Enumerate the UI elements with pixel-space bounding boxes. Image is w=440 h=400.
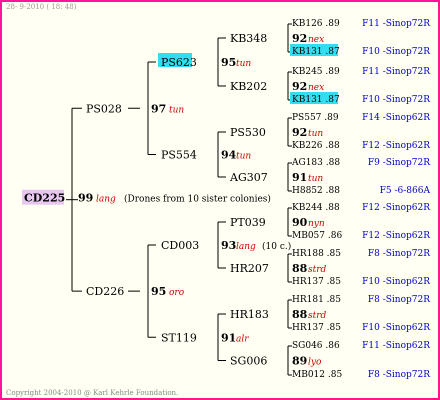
gen4-origin: F11 -Sinop72R [362, 19, 430, 29]
root-score: 99 [78, 192, 93, 205]
gen3-name: HR183 [230, 308, 269, 321]
gen2-score: 93 [221, 239, 236, 252]
gen4-origin: F12 -Sinop62R [362, 141, 430, 151]
gen3-score: 88 [292, 262, 308, 275]
gen4-code: AG183 .88 [291, 158, 340, 168]
gen3-name: KB202 [230, 80, 267, 93]
gen3-tag: nex [308, 83, 324, 93]
gen2-tag: tun [236, 59, 251, 69]
gen1-tag: tun [169, 105, 184, 115]
gen4-code: HR137 .85 [292, 323, 341, 333]
gen2-tag: lang [236, 242, 256, 252]
gen3-tag: tun [308, 174, 323, 184]
gen4-code: HR188 .85 [292, 249, 341, 259]
gen4-origin: F10 -Sinop62R [362, 323, 430, 333]
gen3-tag: lyo [308, 358, 322, 368]
gen4-code: HR181 .85 [292, 295, 341, 305]
gen3-score: 92 [292, 126, 307, 139]
gen3-name: KB348 [230, 32, 267, 45]
gen3-name: PT039 [230, 216, 266, 229]
gen3-score: 89 [292, 355, 307, 368]
gen4-origin: F14 -Sinop62R [362, 113, 430, 123]
gen4-origin: F10 -Sinop72R [362, 95, 430, 105]
gen2-name: ST119 [161, 331, 197, 344]
gen3-tag: strd [308, 311, 327, 321]
gen4-code: KB131 .87 [292, 95, 340, 105]
gen3-name: SG006 [230, 355, 267, 368]
gen2-name: PS554 [161, 149, 197, 162]
pedigree-tree: CD225 99 lang (Drones from 10 sister coloni… [6, 3, 430, 397]
gen4-code: KB226 .88 [292, 141, 340, 151]
gen3-score: 92 [292, 32, 307, 45]
gen2-name: PS623 [161, 56, 197, 69]
gen4-origin: F11 -Sinop62R [362, 341, 430, 351]
gen3-score: 88 [292, 308, 308, 321]
gen4-origin: F10 -Sinop62R [362, 277, 430, 287]
gen4-origin: F5 -6-866A [380, 186, 431, 196]
header-timestamp: 28- 9-2010 ( 18: 48) [6, 3, 77, 11]
gen4-code: KB126 .89 [292, 19, 340, 29]
gen3-tag: strd [308, 265, 327, 275]
gen1-name: CD226 [86, 285, 124, 298]
gen2-score: 95 [221, 56, 236, 69]
gen4-origin: F8 -Sinop72R [368, 370, 430, 380]
root-note: (Drones from 10 sister colonies) [124, 194, 271, 205]
gen3-name: HR207 [230, 262, 269, 275]
gen3-score: 92 [292, 80, 307, 93]
gen4-origin: F9 -Sinop72R [368, 158, 430, 168]
tree-labels: CD225 99 lang (Drones from 10 sister coloni… [22, 19, 430, 380]
gen3-score: 91 [292, 171, 307, 184]
gen2-tag: alr [236, 334, 249, 344]
gen4-code: KB131 .87 [292, 47, 340, 57]
gen1-name: PS028 [86, 102, 122, 115]
gen3-tag: nyn [308, 219, 325, 229]
gen4-origin: F12 -Sinop62R [362, 203, 430, 213]
gen4-origin: F12 -Sinop62R [362, 231, 430, 241]
gen2-tag: tun [236, 152, 251, 162]
gen1-tag: oro [169, 288, 185, 298]
gen4-origin: F10 -Sinop72R [362, 47, 430, 57]
gen3-name: AG307 [229, 171, 268, 184]
gen2-score: 94 [221, 149, 237, 162]
root-name: CD225 [24, 192, 65, 205]
gen3-tag: nex [308, 35, 324, 45]
gen4-code: HR137 .85 [292, 277, 341, 287]
gen4-code: PS557 .89 [292, 113, 339, 123]
gen4-code: SG046 .86 [292, 341, 340, 351]
gen2-score: 91 [221, 331, 236, 344]
gen4-code: H8852 .88 [292, 186, 340, 196]
gen2-name: CD003 [161, 239, 199, 252]
gen1-score: 95 [151, 285, 166, 298]
gen4-origin: F8 -Sinop72R [368, 249, 430, 259]
gen4-code: KB244 .88 [292, 203, 340, 213]
copyright-text: Copyright 2004-2010 @ Karl Kehrle Founda… [6, 389, 178, 397]
gen1-score: 97 [151, 102, 166, 115]
root-tag: lang [96, 195, 116, 205]
gen4-code: KB245 .89 [292, 67, 340, 77]
gen4-code: MB057 .86 [292, 231, 342, 241]
gen4-origin: F11 -Sinop72R [362, 67, 430, 77]
gen4-code: MB012 .85 [292, 370, 342, 380]
gen4-origin: F8 -Sinop72R [368, 295, 430, 305]
gen3-tag: tun [308, 129, 323, 139]
gen2-note: (10 c.) [262, 241, 291, 252]
gen3-score: 90 [292, 216, 308, 229]
gen3-name: PS530 [230, 126, 266, 139]
